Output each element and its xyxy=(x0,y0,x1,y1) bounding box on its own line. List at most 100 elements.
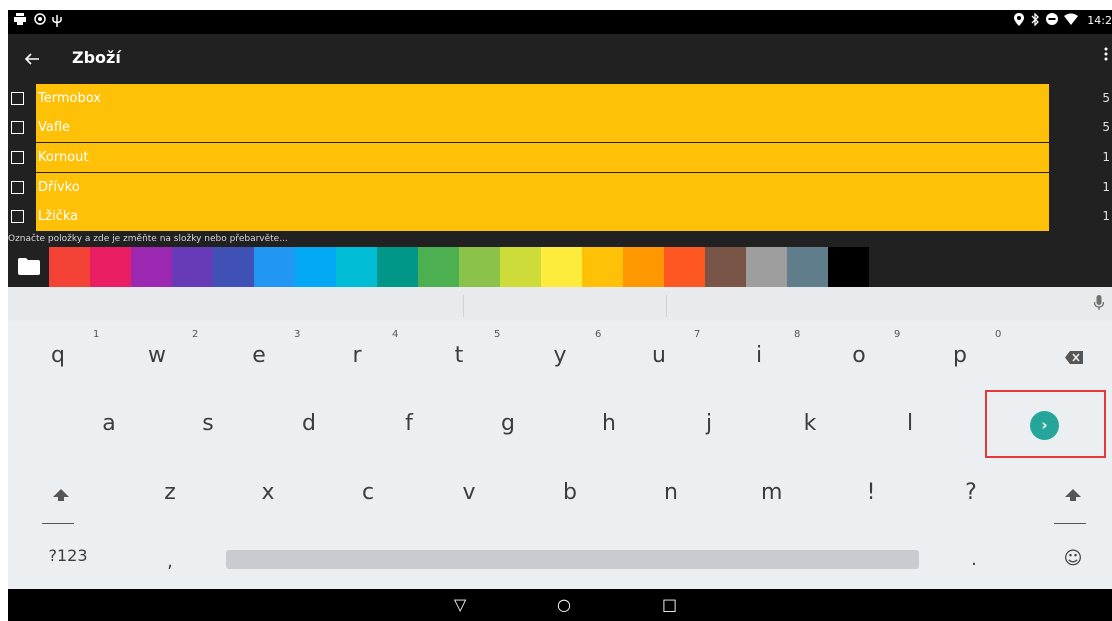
overflow-menu-icon[interactable] xyxy=(1104,46,1108,65)
app-bar: Zboží xyxy=(8,34,1112,84)
key-h[interactable]: h xyxy=(599,411,619,436)
key-p[interactable]: p xyxy=(950,343,970,368)
color-swatch[interactable] xyxy=(541,247,582,287)
key-q[interactable]: q xyxy=(48,343,68,368)
item-list: Termobox 5 Vafle 5 Kornout 1 Dřívko 1 Lž… xyxy=(8,84,1112,232)
item-checkbox[interactable] xyxy=(11,92,24,105)
suggestion-strip xyxy=(8,287,1112,321)
nav-home-button[interactable]: ○ xyxy=(557,595,571,615)
shift-left-key[interactable] xyxy=(42,482,74,524)
color-swatch[interactable] xyxy=(787,247,828,287)
color-swatch[interactable] xyxy=(459,247,500,287)
color-swatch[interactable] xyxy=(623,247,664,287)
color-swatch[interactable] xyxy=(746,247,787,287)
color-swatch[interactable] xyxy=(336,247,377,287)
key-w[interactable]: w xyxy=(147,343,167,368)
key-hint-number: 4 xyxy=(392,329,399,340)
folder-icon[interactable] xyxy=(18,258,40,275)
space-bar[interactable] xyxy=(226,550,919,569)
item-name[interactable]: Termobox xyxy=(36,84,1049,113)
item-name[interactable]: Dřívko xyxy=(36,173,1049,202)
key-d[interactable]: d xyxy=(299,411,319,436)
item-checkbox[interactable] xyxy=(11,151,24,164)
list-item[interactable]: Kornout 1 xyxy=(8,143,1112,172)
key-j[interactable]: j xyxy=(699,411,719,436)
list-item[interactable]: Termobox 5 xyxy=(8,84,1112,113)
key-s[interactable]: s xyxy=(198,411,218,436)
color-swatch[interactable] xyxy=(213,247,254,287)
item-checkbox[interactable] xyxy=(11,121,24,134)
color-swatch[interactable] xyxy=(172,247,213,287)
color-swatch[interactable] xyxy=(377,247,418,287)
key-l[interactable]: l xyxy=(900,411,920,436)
comma-key[interactable]: , xyxy=(158,551,182,572)
color-swatch[interactable] xyxy=(705,247,746,287)
key-a[interactable]: a xyxy=(99,411,119,436)
emoji-key[interactable]: ☺ xyxy=(1060,548,1086,569)
key-e[interactable]: e xyxy=(249,343,269,368)
key-c[interactable]: c xyxy=(358,480,378,505)
item-quantity: 5 xyxy=(1102,91,1110,105)
usb-icon xyxy=(52,13,62,32)
color-swatch[interactable] xyxy=(418,247,459,287)
key-z[interactable]: z xyxy=(160,480,180,505)
color-swatch[interactable] xyxy=(131,247,172,287)
key-i[interactable]: i xyxy=(749,343,769,368)
list-item[interactable]: Vafle 5 xyxy=(8,113,1112,142)
color-swatch[interactable] xyxy=(49,247,90,287)
key-g[interactable]: g xyxy=(498,411,518,436)
period-key[interactable]: . xyxy=(962,549,986,570)
item-name[interactable]: Lžička xyxy=(36,202,1049,231)
key-hint-number: 3 xyxy=(294,329,301,340)
list-item[interactable]: Lžička 1 xyxy=(8,202,1112,231)
color-swatch[interactable] xyxy=(500,247,541,287)
key-hint-number: 1 xyxy=(93,329,100,340)
do-not-disturb-icon xyxy=(1046,13,1058,30)
item-name[interactable]: Vafle xyxy=(36,113,1049,142)
bluetooth-icon xyxy=(1030,12,1040,31)
key-r[interactable]: r xyxy=(347,343,367,368)
wifi-icon xyxy=(1064,13,1078,30)
key-y[interactable]: y xyxy=(550,343,570,368)
list-item[interactable]: Dřívko 1 xyxy=(8,173,1112,202)
item-quantity: 5 xyxy=(1102,120,1110,134)
navigation-bar: ▽ ○ □ xyxy=(8,589,1112,621)
key-question[interactable]: ? xyxy=(961,480,981,505)
microphone-icon[interactable] xyxy=(1093,295,1105,315)
key-n[interactable]: n xyxy=(661,480,681,505)
status-bar: 14:2 xyxy=(8,10,1112,34)
shift-right-key[interactable] xyxy=(1054,482,1086,524)
key-m[interactable]: m xyxy=(761,480,782,505)
key-exclamation[interactable]: ! xyxy=(861,480,881,505)
item-checkbox[interactable] xyxy=(11,181,24,194)
printer-icon xyxy=(14,13,26,30)
color-swatch[interactable] xyxy=(295,247,336,287)
color-swatch[interactable] xyxy=(828,247,869,287)
color-swatch[interactable] xyxy=(90,247,131,287)
shield-icon xyxy=(34,13,46,30)
key-hint-number: 5 xyxy=(494,329,501,340)
color-palette xyxy=(8,246,1112,287)
key-b[interactable]: b xyxy=(560,480,580,505)
color-swatch[interactable] xyxy=(254,247,295,287)
key-v[interactable]: v xyxy=(459,480,479,505)
item-name[interactable]: Kornout xyxy=(36,143,1049,172)
item-checkbox[interactable] xyxy=(11,210,24,223)
soft-keyboard: q 1 w 2 e 3 r 4 t 5 y 6 u 7 i 8 o 9 p 0 a s d f g h j k l z x c v b n m!?… xyxy=(8,287,1112,589)
back-arrow-icon[interactable] xyxy=(18,45,46,73)
key-o[interactable]: o xyxy=(849,343,869,368)
key-k[interactable]: k xyxy=(800,411,820,436)
backspace-key[interactable] xyxy=(1054,345,1094,375)
nav-back-button[interactable]: ▽ xyxy=(454,595,466,615)
key-x[interactable]: x xyxy=(258,480,278,505)
page-title: Zboží xyxy=(72,48,121,67)
location-icon xyxy=(1014,13,1024,31)
key-f[interactable]: f xyxy=(399,411,419,436)
nav-recents-button[interactable]: □ xyxy=(662,595,677,615)
symbols-key[interactable]: ?123 xyxy=(38,546,98,565)
item-quantity: 1 xyxy=(1102,180,1110,194)
color-swatch[interactable] xyxy=(664,247,705,287)
key-t[interactable]: t xyxy=(449,343,469,368)
key-u[interactable]: u xyxy=(649,343,669,368)
color-swatch[interactable] xyxy=(582,247,623,287)
